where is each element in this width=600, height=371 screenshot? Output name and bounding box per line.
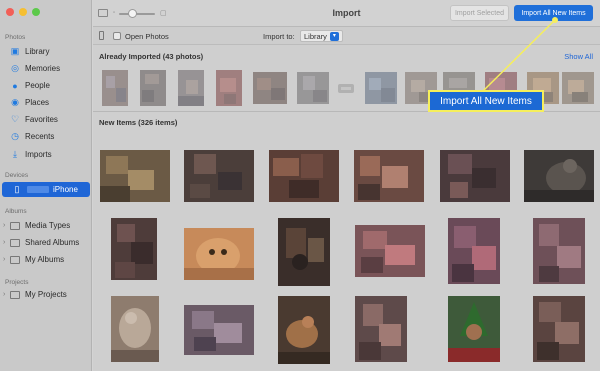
photo-thumbnail[interactable] — [100, 150, 170, 202]
folder-icon — [10, 238, 20, 248]
video-badge-icon — [338, 84, 354, 93]
minimize-window-button[interactable] — [19, 8, 27, 16]
sidebar-item-places[interactable]: ◉ Places — [0, 95, 92, 110]
photo-thumbnail[interactable] — [524, 150, 594, 202]
photo-thumbnail[interactable] — [184, 228, 254, 280]
chevron-down-icon: ▾ — [329, 31, 339, 41]
phone-icon — [99, 31, 104, 40]
photo-thumbnail[interactable] — [562, 72, 594, 104]
sidebar-item-imports[interactable]: ⤓ Imports — [0, 147, 92, 162]
phone-icon: ▯ — [14, 184, 20, 194]
import-to-select[interactable]: Library ▾ — [300, 30, 343, 42]
chevron-right-icon[interactable]: › — [3, 222, 5, 229]
photo-thumbnail[interactable] — [253, 72, 287, 104]
window-controls — [6, 8, 40, 16]
close-window-button[interactable] — [6, 8, 14, 16]
sidebar-item-label: My Projects — [25, 290, 67, 299]
photo-thumbnail[interactable] — [448, 218, 500, 284]
sidebar-item-label: Media Types — [25, 221, 71, 230]
import-to-value: Library — [304, 31, 327, 41]
sidebar-item-my-albums[interactable]: › My Albums — [0, 252, 92, 267]
sidebar-item-shared-albums[interactable]: › Shared Albums — [0, 235, 92, 250]
sidebar-toggle-icon[interactable] — [98, 9, 108, 17]
chevron-right-icon[interactable]: › — [3, 291, 5, 298]
show-all-link[interactable]: Show All — [564, 52, 593, 61]
import-selected-button[interactable]: Import Selected — [450, 5, 509, 21]
open-photos-checkbox[interactable] — [113, 32, 121, 40]
photo-thumbnail[interactable] — [140, 70, 166, 106]
zoom-slider[interactable] — [119, 13, 155, 15]
sidebar-item-label: Places — [25, 98, 50, 107]
chevron-right-icon[interactable]: › — [3, 239, 5, 246]
folder-icon — [10, 290, 20, 300]
sidebar-item-label: My Albums — [25, 255, 65, 264]
callout-label: Import All New Items — [428, 90, 544, 112]
sidebar-item-people[interactable]: ● People — [0, 78, 92, 93]
sidebar-item-label: Imports — [25, 150, 52, 159]
photo-thumbnail[interactable] — [355, 296, 407, 362]
sidebar-item-label: Library — [25, 47, 50, 56]
sidebar-item-label: Shared Albums — [25, 238, 80, 247]
folder-icon — [10, 221, 20, 231]
photo-thumbnail[interactable] — [278, 296, 330, 364]
main-content: ▫ ▢ Import Import Selected Import All Ne… — [93, 0, 600, 371]
sidebar-item-label: Favorites — [25, 115, 58, 124]
section-header-photos: Photos — [5, 34, 26, 41]
photo-thumbnail[interactable] — [354, 150, 424, 202]
places-icon: ◉ — [11, 97, 19, 107]
photo-thumbnail[interactable] — [448, 296, 500, 362]
photo-thumbnail[interactable] — [365, 72, 397, 104]
photo-thumbnail[interactable] — [533, 218, 585, 284]
sidebar-item-label: Memories — [25, 64, 61, 73]
photo-thumbnail[interactable] — [111, 218, 157, 280]
chevron-right-icon[interactable]: › — [3, 256, 5, 263]
photo-thumbnail[interactable] — [111, 296, 159, 362]
folder-icon — [10, 255, 20, 265]
photo-thumbnail[interactable] — [269, 150, 339, 202]
section-header-projects: Projects — [5, 279, 29, 286]
photo-thumbnail[interactable] — [216, 70, 242, 106]
section-header-devices: Devices — [5, 172, 29, 179]
photo-thumbnail[interactable] — [278, 218, 330, 286]
device-name-redacted — [27, 186, 49, 193]
photo-thumbnail[interactable] — [178, 70, 204, 106]
zoom-slider-knob[interactable] — [128, 9, 137, 18]
section-header-albums: Albums — [5, 208, 27, 215]
heart-icon: ♡ — [10, 114, 20, 124]
sidebar-item-label: People — [25, 81, 50, 90]
sidebar-item-media-types[interactable]: › Media Types — [0, 218, 92, 233]
photo-thumbnail[interactable] — [440, 150, 510, 202]
import-icon: ⤓ — [13, 149, 17, 159]
photo-thumbnail[interactable] — [355, 225, 425, 277]
new-items-heading: New Items (326 items) — [99, 118, 178, 127]
photo-thumbnail[interactable] — [102, 70, 128, 106]
clock-icon: ◷ — [11, 131, 19, 141]
sidebar-item-iphone[interactable]: ▯ iPhone — [2, 182, 90, 197]
sidebar-item-recents[interactable]: ◷ Recents — [0, 129, 92, 144]
sidebar-item-library[interactable]: ▣ Library — [0, 44, 92, 59]
import-to-label: Import to: — [263, 32, 295, 41]
import-all-new-items-button[interactable]: Import All New Items — [514, 5, 593, 21]
zoom-out-icon: ▫ — [113, 10, 116, 16]
import-toolbar: Open Photos Import to: Library ▾ — [93, 27, 600, 45]
memories-icon: ◎ — [11, 63, 19, 73]
photo-thumbnail[interactable] — [533, 296, 585, 362]
sidebar-item-memories[interactable]: ◎ Memories — [0, 61, 92, 76]
sidebar-item-label: iPhone — [53, 185, 78, 194]
sidebar: Photos ▣ Library ◎ Memories ● People ◉ P… — [0, 0, 92, 371]
sidebar-item-label: Recents — [25, 132, 55, 141]
photo-thumbnail[interactable] — [297, 72, 329, 104]
sidebar-item-favorites[interactable]: ♡ Favorites — [0, 112, 92, 127]
photo-thumbnail[interactable] — [184, 150, 254, 202]
title-bar: ▫ ▢ Import Import Selected Import All Ne… — [93, 0, 600, 27]
sidebar-item-my-projects[interactable]: › My Projects — [0, 287, 92, 302]
already-imported-heading: Already Imported (43 photos) — [99, 52, 204, 61]
photo-library-icon: ▣ — [10, 46, 20, 56]
people-icon: ● — [12, 80, 18, 91]
open-photos-label: Open Photos — [125, 32, 169, 41]
zoom-window-button[interactable] — [32, 8, 40, 16]
photo-thumbnail[interactable] — [184, 305, 254, 355]
zoom-in-icon: ▢ — [160, 10, 167, 17]
